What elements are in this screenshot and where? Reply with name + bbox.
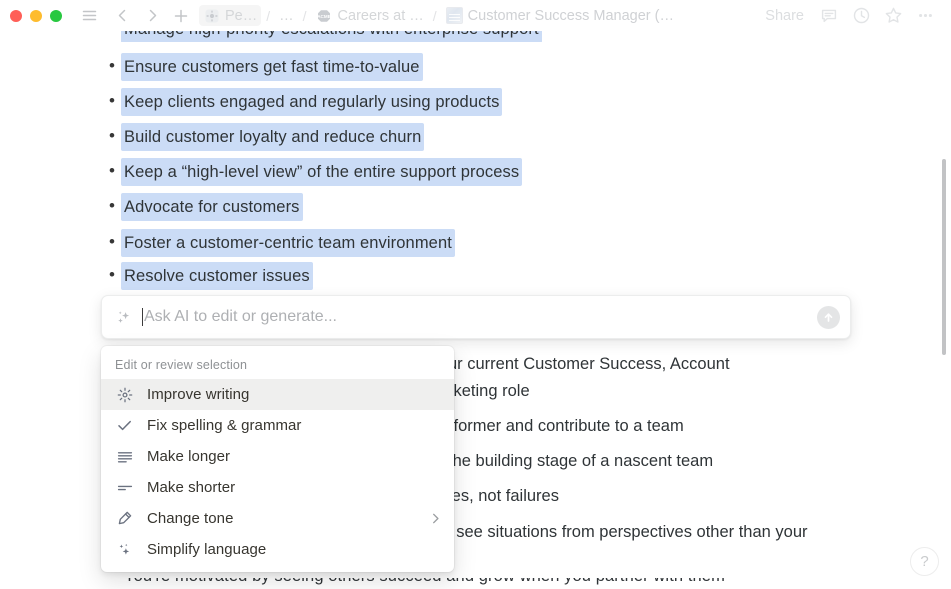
help-button[interactable]: ?	[910, 547, 939, 576]
vertical-scrollbar[interactable]	[938, 31, 948, 589]
ai-actions-menu: Edit or review selection Improve writing…	[101, 346, 454, 572]
menu-item-label: Make longer	[147, 448, 231, 465]
scrollbar-thumb[interactable]	[942, 159, 946, 355]
menu-item-label: Simplify language	[147, 541, 267, 558]
chevron-left-icon[interactable]	[115, 8, 130, 23]
share-button[interactable]: Share	[756, 5, 813, 27]
breadcrumb-item-3-current-page[interactable]: Customer Success Manager (…	[442, 5, 678, 26]
text-cursor	[142, 308, 143, 326]
more-dots-icon[interactable]	[909, 3, 941, 29]
bullet-text[interactable]: Build customer loyalty and reduce churn	[121, 123, 425, 151]
clipped-bottom-line: You're motivated by seeing others succee…	[100, 578, 900, 589]
bullet-text[interactable]: Foster a customer-centric team environme…	[121, 229, 455, 257]
clipped-top-line: Manage high-priority escalations with en…	[100, 31, 560, 42]
breadcrumb-item-1[interactable]: …	[275, 6, 298, 26]
lines-long-icon	[115, 449, 134, 465]
list-item[interactable]: Keep a “high-level view” of the entire s…	[100, 158, 890, 186]
checkmark-icon	[115, 417, 134, 434]
sparkle-burst-icon	[115, 387, 134, 403]
sparkles-icon	[115, 542, 134, 558]
menu-item-label: Change tone	[147, 510, 234, 527]
background-text-line: l see situations from perspectives other…	[448, 523, 808, 541]
ai-submit-button[interactable]	[817, 305, 840, 329]
bullet-marker	[100, 578, 124, 589]
background-text-line: ur current Customer Success, Account	[448, 355, 730, 373]
breadcrumb-label-0: Pe…	[225, 7, 258, 24]
breadcrumb-label-2: Careers at …	[337, 7, 424, 24]
ai-prompt-bar[interactable]	[101, 295, 851, 339]
menu-item-label: Improve writing	[147, 386, 250, 403]
window-titlebar: Pe… / … / ACME Careers at … / Customer S…	[0, 0, 951, 31]
breadcrumb-item-2[interactable]: ACME Careers at …	[312, 5, 428, 26]
menu-item-change-tone[interactable]: Change tone	[101, 503, 454, 534]
breadcrumb-item-0[interactable]: Pe…	[199, 5, 262, 26]
notion-app-window: Pe… / … / ACME Careers at … / Customer S…	[0, 0, 951, 589]
bullet-text[interactable]: Resolve customer issues	[121, 262, 313, 290]
background-text-line: rketing role	[448, 382, 530, 400]
background-text-line: rformer and contribute to a team	[448, 417, 684, 435]
breadcrumb-separator: /	[266, 7, 271, 24]
bullet-text[interactable]: Manage high-priority escalations with en…	[121, 31, 542, 42]
list-item[interactable]: Resolve customer issues	[100, 262, 890, 290]
minimize-window-button[interactable]	[30, 9, 42, 22]
list-item[interactable]: Build customer loyalty and reduce churn	[100, 123, 890, 151]
chevron-right-icon[interactable]	[145, 8, 160, 23]
comment-icon[interactable]	[813, 3, 845, 29]
list-item[interactable]: Foster a customer-centric team environme…	[100, 229, 890, 257]
acme-badge-icon: ACME	[316, 7, 333, 24]
breadcrumb-label-1: …	[279, 7, 294, 24]
menu-item-label: Make shorter	[147, 479, 236, 496]
menu-item-make-longer[interactable]: Make longer	[101, 441, 454, 472]
titlebar-actions: Share	[756, 3, 951, 29]
list-item[interactable]: Ensure customers get fast time-to-value	[100, 53, 890, 81]
ai-sparkle-icon	[114, 307, 134, 327]
breadcrumb: Pe… / … / ACME Careers at … / Customer S…	[199, 5, 756, 26]
menu-item-improve-writing[interactable]: Improve writing	[101, 379, 454, 410]
chevron-right-icon	[429, 512, 442, 525]
page-thumbnail-icon	[445, 7, 463, 24]
maximize-window-button[interactable]	[50, 9, 62, 22]
menu-item-make-shorter[interactable]: Make shorter	[101, 472, 454, 503]
bullet-text[interactable]: Advocate for customers	[121, 193, 303, 221]
hamburger-icon[interactable]	[81, 7, 98, 24]
close-window-button[interactable]	[10, 9, 22, 22]
background-text-line: the building stage of a nascent team	[448, 452, 714, 470]
list-item[interactable]: Keep clients engaged and regularly using…	[100, 88, 890, 116]
breadcrumb-separator: /	[432, 7, 437, 24]
bullet-text[interactable]: Keep clients engaged and regularly using…	[121, 88, 503, 116]
breadcrumb-label-3: Customer Success Manager (…	[467, 7, 674, 24]
menu-item-fix-spelling-grammar[interactable]: Fix spelling & grammar	[101, 410, 454, 441]
background-text-line: ies, not failures	[448, 487, 559, 505]
bullet-text[interactable]: Keep a “high-level view” of the entire s…	[121, 158, 523, 186]
bullet-text[interactable]: You're motivated by seeing others succee…	[124, 578, 725, 589]
star-icon[interactable]	[877, 3, 909, 29]
ai-prompt-input[interactable]	[144, 308, 817, 326]
bullet-text[interactable]: Ensure customers get fast time-to-value	[121, 53, 423, 81]
lines-short-icon	[115, 480, 134, 496]
traffic-lights	[0, 9, 62, 22]
svg-text:ACME: ACME	[317, 14, 331, 19]
pen-marker-icon	[115, 510, 134, 527]
list-item[interactable]: Advocate for customers	[100, 193, 890, 221]
gear-square-icon	[203, 7, 220, 24]
menu-item-simplify-language[interactable]: Simplify language	[101, 534, 454, 565]
breadcrumb-separator: /	[302, 7, 307, 24]
plus-icon[interactable]	[173, 8, 189, 24]
menu-item-label: Fix spelling & grammar	[147, 417, 302, 434]
menu-section-header: Edit or review selection	[115, 358, 248, 372]
history-clock-icon[interactable]	[845, 3, 877, 29]
